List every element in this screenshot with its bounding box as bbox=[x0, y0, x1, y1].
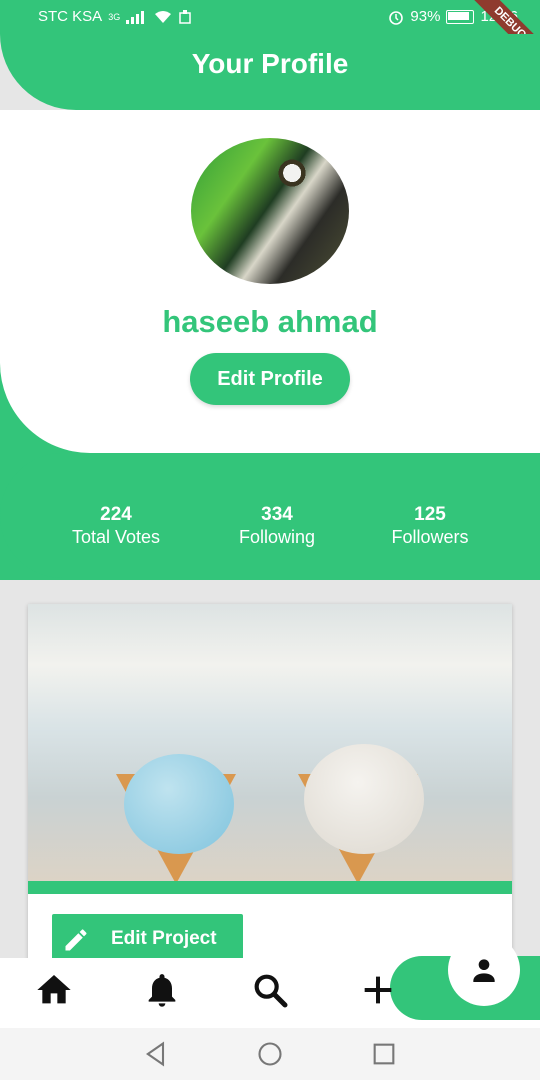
battery-icon bbox=[446, 9, 475, 24]
battery-percent: 93% bbox=[410, 8, 441, 25]
home-circle-icon[interactable] bbox=[256, 1040, 284, 1068]
bell-icon[interactable] bbox=[142, 970, 182, 1010]
page-title: Your Profile bbox=[191, 48, 349, 79]
app-bar: Your Profile bbox=[0, 34, 540, 110]
stat-label: Following bbox=[238, 527, 316, 547]
project-image[interactable] bbox=[28, 604, 512, 881]
stat-following[interactable]: 334 Following bbox=[202, 504, 352, 548]
home-icon[interactable] bbox=[34, 970, 74, 1010]
edit-profile-button[interactable]: Edit Profile bbox=[190, 353, 350, 405]
network-type-label: 3G bbox=[108, 11, 121, 22]
signal-icon bbox=[126, 10, 148, 24]
search-icon[interactable] bbox=[250, 970, 290, 1010]
user-name: haseeb ahmad bbox=[162, 304, 378, 339]
avatar[interactable] bbox=[191, 138, 349, 284]
pencil-icon bbox=[65, 929, 87, 951]
person-icon bbox=[473, 959, 495, 982]
notification-icon bbox=[179, 9, 191, 24]
stat-total-votes[interactable]: 224 Total Votes bbox=[41, 504, 191, 548]
wifi-icon bbox=[155, 10, 172, 23]
stat-value: 125 bbox=[414, 504, 446, 525]
profile-nav-button[interactable] bbox=[448, 934, 520, 1006]
image-accent-strip bbox=[28, 881, 512, 894]
carrier-label: STC KSA bbox=[38, 8, 103, 25]
edit-project-button[interactable]: Edit Project bbox=[52, 914, 243, 964]
recents-icon[interactable] bbox=[370, 1040, 398, 1068]
back-icon[interactable] bbox=[142, 1040, 170, 1068]
stat-value: 334 bbox=[261, 504, 293, 525]
stat-value: 224 bbox=[100, 504, 132, 525]
stat-followers[interactable]: 125 Followers bbox=[355, 504, 505, 548]
edit-project-label: Edit Project bbox=[111, 928, 217, 949]
status-bar: STC KSA 3G 93% 12:06 bbox=[0, 0, 540, 34]
stat-label: Total Votes bbox=[71, 527, 161, 547]
project-card[interactable]: Edit Project bbox=[28, 604, 512, 964]
plus-icon[interactable] bbox=[358, 970, 398, 1010]
stat-label: Followers bbox=[391, 527, 469, 547]
alarm-icon bbox=[389, 10, 404, 25]
